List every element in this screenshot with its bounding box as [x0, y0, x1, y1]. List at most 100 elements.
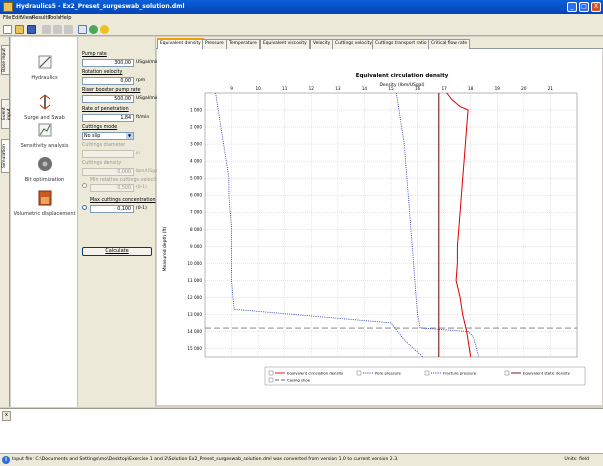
tab-equivalent-density[interactable]: Equivalent density [157, 38, 204, 49]
cuttings-density-input[interactable]: 0,000 [82, 168, 134, 176]
legend-checkbox [424, 370, 430, 376]
y-tick-label: 9 000 [190, 244, 202, 249]
x-tick-label: 15 [388, 86, 394, 91]
min-velocity-unit: (0-1) [136, 185, 147, 190]
tool-volumetric[interactable]: Volumetric displacement [11, 189, 78, 217]
legend-checkbox [268, 370, 274, 376]
pore-pressure-line [215, 92, 424, 358]
message-console: x [0, 408, 603, 453]
x-tick-label: 17 [441, 86, 447, 91]
volumetric-icon [38, 190, 51, 206]
y-tick-label: 12 000 [187, 295, 202, 300]
pump-rate-input[interactable]: 300,00 [82, 59, 134, 67]
y-tick-label: 1 000 [190, 108, 202, 113]
riser-booster-unit: USgal/min [136, 96, 160, 101]
refresh-icon[interactable] [89, 25, 98, 34]
help-icon[interactable] [100, 25, 109, 34]
close-button[interactable]: X [591, 2, 601, 12]
x-tick-label: 11 [282, 86, 288, 91]
tab-cuttings-transport-ratio[interactable]: Cuttings transport ratio [372, 39, 430, 49]
tab-cuttings-velocity[interactable]: Cuttings velocity [332, 39, 375, 49]
legend-label: Equivalent static density [523, 371, 571, 376]
maximize-button[interactable]: □ [579, 2, 589, 12]
y-tick-label: 4 000 [190, 159, 202, 164]
min-velocity-radio[interactable] [82, 183, 87, 188]
riser-booster-input[interactable]: 500,00 [82, 95, 134, 103]
min-velocity-label: Min relative cuttings velocity [90, 178, 160, 183]
rop-input[interactable]: 1,84 [82, 114, 134, 122]
tool-bit-optimization[interactable]: Bit optimization [11, 155, 78, 183]
tab-event-input[interactable]: Event input [1, 99, 12, 129]
cut-icon[interactable] [42, 25, 51, 34]
max-concentration-radio[interactable] [82, 205, 87, 210]
x-tick-label: 14 [362, 86, 368, 91]
legend-checkbox [356, 370, 362, 376]
side-tabs: Base input Event input Simulation [0, 37, 12, 407]
tab-simulation[interactable]: Simulation [1, 139, 10, 173]
x-tick-label: 9 [230, 86, 233, 91]
y-tick-label: 5 000 [190, 176, 202, 181]
y-tick-label: 14 000 [187, 329, 202, 334]
y-tick-label: 6 000 [190, 193, 202, 198]
drill-bit-icon [37, 157, 52, 171]
cuttings-diameter-input[interactable] [82, 150, 134, 158]
x-tick-label: 18 [468, 86, 474, 91]
menu-bar: File Edit View Results Tools Help [0, 14, 603, 23]
minimize-button[interactable]: _ [567, 2, 577, 12]
surge-swab-icon [39, 94, 50, 110]
chart-title: Equivalent circulation density [356, 73, 449, 79]
menu-tools[interactable]: Tools [48, 15, 60, 21]
x-tick-label: 20 [521, 86, 527, 91]
tab-velocity[interactable]: Velocity [310, 39, 334, 49]
cuttings-mode-select[interactable]: No slip ▼ [82, 132, 134, 140]
parameters-panel: Pump rate 300,00 USgal/min Rotation velo… [78, 37, 160, 407]
max-concentration-input[interactable]: 0,100 [90, 205, 134, 213]
max-concentration-unit: (0-1) [136, 206, 147, 211]
pump-rate-label: Pump rate [82, 52, 107, 57]
y-tick-label: 3 000 [190, 142, 202, 147]
x-tick-label: 13 [335, 86, 341, 91]
rotation-velocity-input[interactable]: 0,00 [82, 77, 134, 85]
tab-equivalent-viscosity[interactable]: Equivalent viscosity [260, 39, 310, 49]
tool-label: Volumetric displacement [13, 211, 76, 217]
menu-help[interactable]: Help [60, 15, 71, 21]
tab-critical-flow-rate[interactable]: Critical flow rate [428, 39, 471, 49]
tab-pressure[interactable]: Pressure [202, 39, 227, 49]
y-tick-label: 13 000 [187, 312, 202, 317]
filter-icon[interactable] [78, 25, 87, 34]
y-axis-label: Measured depth (ft) [162, 226, 168, 271]
console-close-button[interactable]: x [2, 411, 11, 421]
tool-sensitivity[interactable]: Sensitivity analysis [11, 121, 78, 149]
min-velocity-input[interactable]: 0,500 [90, 184, 134, 192]
ecd-line [446, 92, 472, 358]
tool-surge-swab[interactable]: Surge and Swab [11, 93, 78, 121]
legend-checkbox [504, 370, 510, 376]
riser-booster-label: Riser booster pump rate [82, 88, 141, 93]
tool-hydraulics[interactable]: Hydraulics [11, 53, 78, 81]
tab-base-input[interactable]: Base input [1, 45, 10, 75]
chevron-down-icon[interactable]: ▼ [126, 133, 133, 139]
legend-label: Equivalent circulation density [287, 371, 344, 376]
rop-label: Rate of penetration [82, 107, 129, 112]
menu-file[interactable]: File [3, 15, 11, 21]
y-tick-label: 15 000 [187, 346, 202, 351]
toolbar [0, 23, 603, 36]
result-tabs: Equivalent density Pressure Temperature … [156, 37, 603, 49]
cuttings-mode-label: Cuttings mode [82, 125, 118, 130]
calculate-button[interactable]: Calculate [82, 247, 152, 256]
y-tick-label: 11 000 [187, 278, 202, 283]
open-folder-icon[interactable] [15, 25, 24, 34]
legend-label: Fracture pressure [443, 371, 477, 376]
cuttings-density-unit: lbm/USgal [136, 169, 160, 174]
new-file-icon[interactable] [3, 25, 12, 34]
paste-icon[interactable] [64, 25, 73, 34]
x-tick-label: 21 [548, 86, 554, 91]
x-tick-label: 12 [309, 86, 315, 91]
save-icon[interactable] [27, 25, 36, 34]
cuttings-density-label: Cuttings density [82, 161, 122, 166]
x-tick-label: 10 [255, 86, 261, 91]
tab-temperature[interactable]: Temperature [226, 39, 260, 49]
legend-checkbox [268, 377, 274, 383]
legend-label: Pore pressure [375, 371, 402, 376]
copy-icon[interactable] [53, 25, 62, 34]
